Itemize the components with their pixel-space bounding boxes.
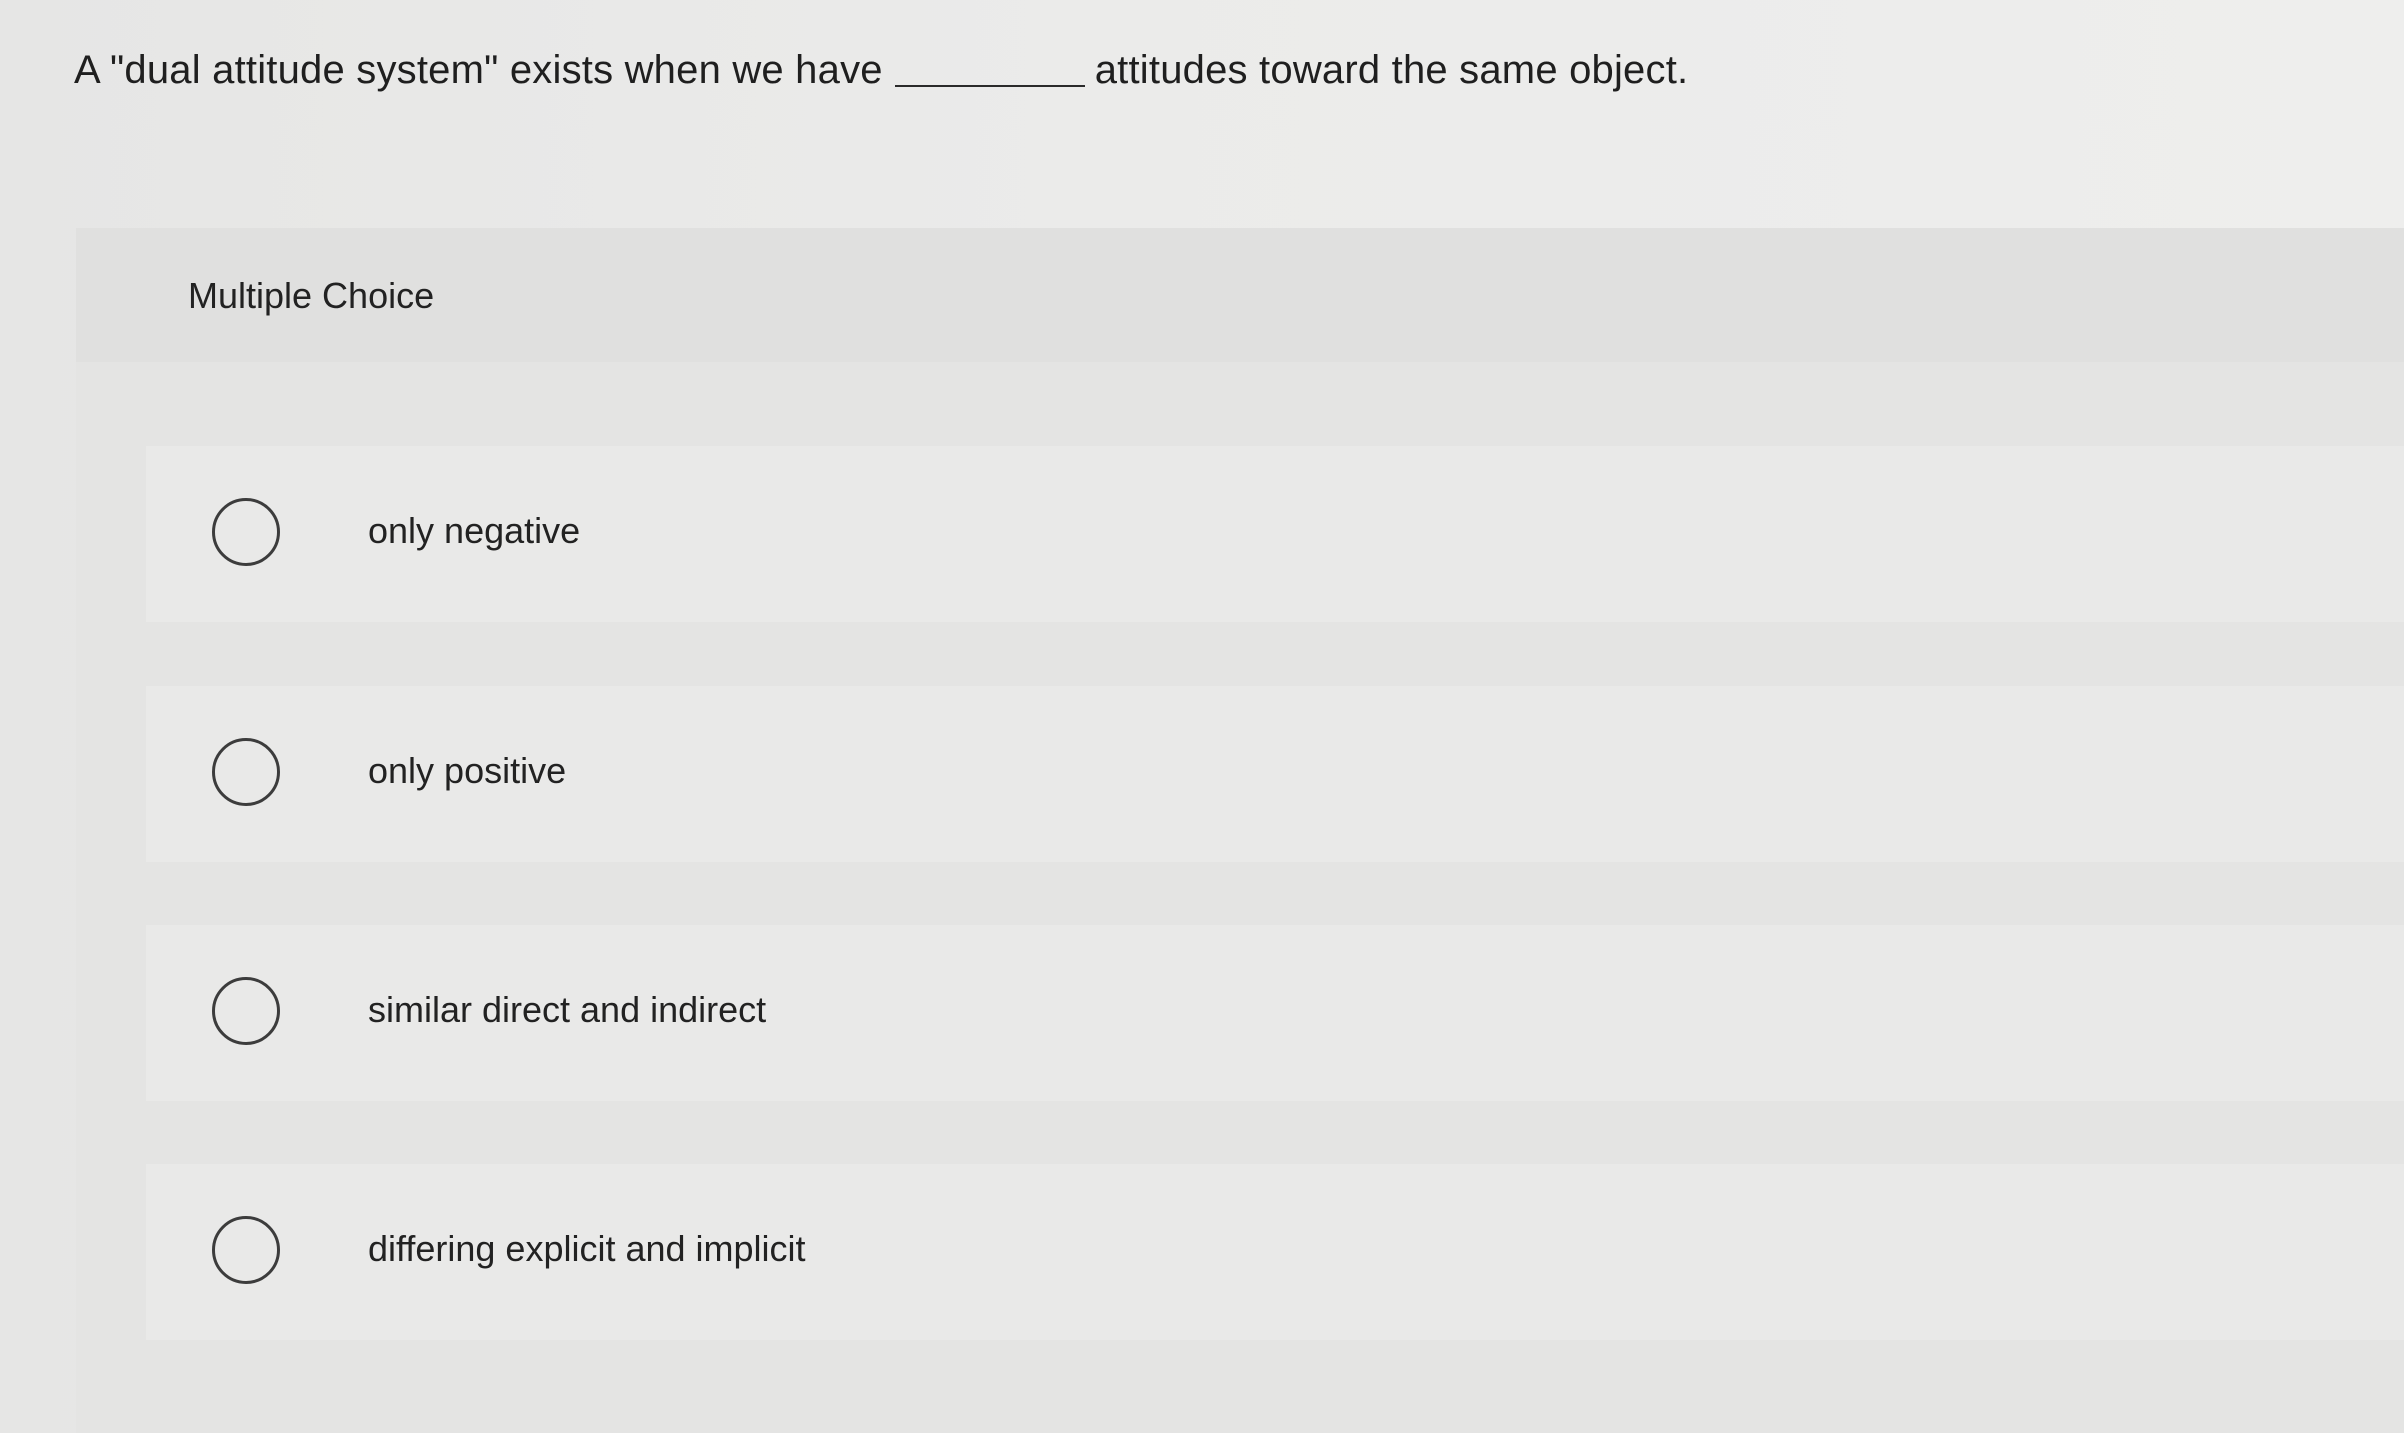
option-label: differing explicit and implicit [368, 1228, 806, 1269]
option-only-negative[interactable]: only negative [146, 446, 2404, 622]
question-text: A "dual attitude system" exists when we … [74, 42, 1688, 98]
answer-blank [894, 45, 1085, 87]
option-differing-explicit-and-implicit[interactable]: differing explicit and implicit [146, 1164, 2404, 1340]
question-type-label: Multiple Choice [188, 275, 435, 316]
radio-unchecked-icon[interactable] [212, 977, 280, 1045]
question-text-before: A "dual attitude system" exists when we … [74, 48, 883, 92]
answer-panel: Multiple Choice only negative only posit… [76, 228, 2404, 1433]
option-label: only negative [368, 510, 581, 551]
radio-unchecked-icon[interactable] [212, 738, 280, 806]
option-label: only positive [368, 750, 567, 791]
radio-unchecked-icon[interactable] [212, 498, 280, 566]
answer-panel-header: Multiple Choice [76, 228, 2404, 362]
option-label: similar direct and indirect [368, 989, 767, 1030]
question-text-after: attitudes toward the same object. [1094, 48, 1689, 92]
option-similar-direct-and-indirect[interactable]: similar direct and indirect [146, 925, 2404, 1101]
option-only-positive[interactable]: only positive [146, 686, 2404, 862]
radio-unchecked-icon[interactable] [212, 1216, 280, 1284]
